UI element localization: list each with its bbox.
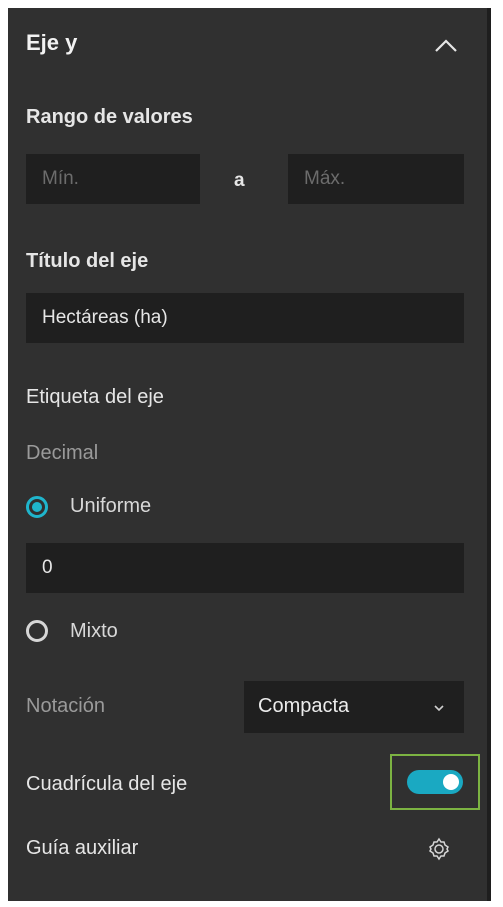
guide-settings-button[interactable] bbox=[426, 836, 452, 862]
range-max-input[interactable] bbox=[288, 154, 464, 204]
range-min-input[interactable] bbox=[26, 154, 200, 204]
gridlines-toggle[interactable] bbox=[407, 770, 463, 794]
toggle-knob bbox=[443, 774, 459, 790]
gridlines-label: Cuadrícula del eje bbox=[26, 773, 188, 795]
chevron-up-icon bbox=[435, 39, 457, 52]
notation-label: Notación bbox=[26, 695, 105, 717]
mixed-radio-label[interactable]: Mixto bbox=[70, 620, 118, 643]
range-separator: a bbox=[234, 170, 245, 191]
chevron-down-icon bbox=[434, 705, 444, 712]
decimal-label: Decimal bbox=[26, 442, 99, 464]
collapse-button[interactable] bbox=[426, 30, 466, 62]
guide-label: Guía auxiliar bbox=[26, 837, 139, 859]
uniform-radio[interactable] bbox=[26, 496, 48, 518]
y-axis-panel: Eje y Rango de valores a Título del eje … bbox=[8, 8, 491, 901]
gear-icon bbox=[429, 837, 449, 861]
section-title: Eje y bbox=[26, 30, 78, 55]
decimal-places-input[interactable] bbox=[26, 543, 464, 593]
notation-select[interactable]: Compacta bbox=[244, 681, 464, 733]
axis-title-label: Título del eje bbox=[26, 250, 149, 272]
uniform-radio-label[interactable]: Uniforme bbox=[70, 495, 151, 518]
notation-selected-value: Compacta bbox=[258, 695, 350, 717]
axis-title-input[interactable] bbox=[26, 293, 464, 343]
axis-label-heading: Etiqueta del eje bbox=[26, 386, 164, 408]
mixed-radio[interactable] bbox=[26, 620, 48, 642]
gridlines-toggle-focus bbox=[390, 754, 480, 810]
range-label: Rango de valores bbox=[26, 106, 193, 128]
